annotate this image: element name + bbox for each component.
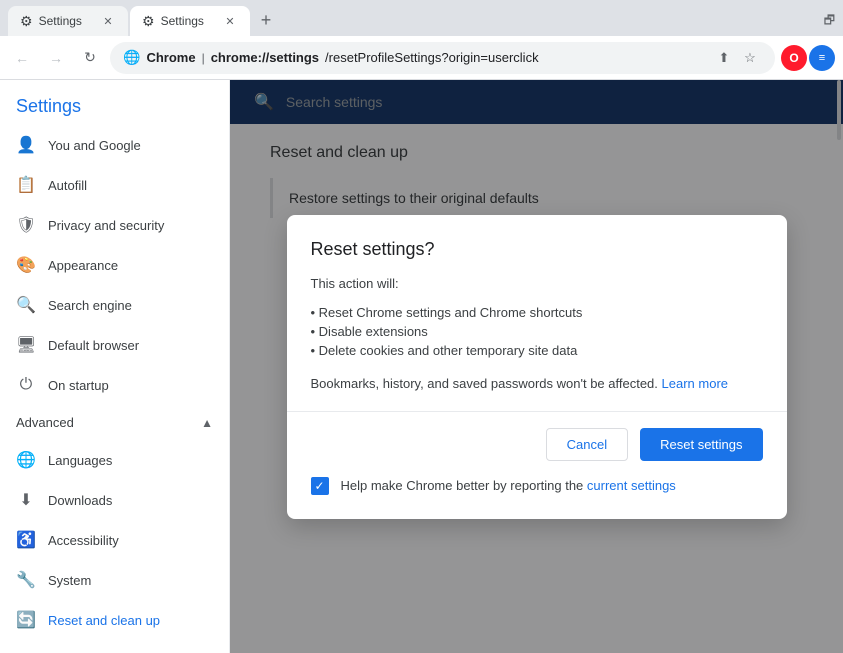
tab-bar: ⚙ Settings ✕ ⚙ Settings ✕ + 🗗 (0, 0, 843, 36)
dialog-list-item-3: • Delete cookies and other temporary sit… (311, 341, 763, 360)
sidebar-advanced-section[interactable]: Advanced ▲ (0, 405, 229, 440)
checkbox-text-before: Help make Chrome better by reporting the (341, 478, 584, 493)
refresh-icon: ↻ (84, 49, 96, 66)
minimize-icon[interactable]: 🗗 (824, 11, 835, 32)
sidebar-item-languages[interactable]: 🌐 Languages (0, 440, 229, 480)
tab-close-1[interactable]: ✕ (100, 13, 116, 29)
sidebar-title: Settings (0, 80, 229, 125)
tab-close-2[interactable]: ✕ (222, 13, 238, 29)
tab-favicon-2: ⚙ (142, 13, 155, 30)
on-startup-icon: ⏻ (16, 376, 36, 394)
search-engine-icon: 🔍 (16, 295, 36, 315)
sidebar-item-search-engine[interactable]: 🔍 Search engine (0, 285, 229, 325)
overlay: Reset settings? This action will: • Rese… (230, 80, 843, 653)
sidebar-item-privacy-security[interactable]: 🛡 Privacy and security (0, 205, 229, 245)
back-icon: ← (15, 50, 29, 66)
refresh-button[interactable]: ↻ (76, 44, 104, 72)
sidebar-item-default-browser[interactable]: 🖥 Default browser (0, 325, 229, 365)
system-icon: 🔧 (16, 570, 36, 590)
new-tab-button[interactable]: + (252, 6, 280, 34)
learn-more-link[interactable]: Learn more (662, 376, 728, 391)
sidebar-item-downloads[interactable]: ⬇ Downloads (0, 480, 229, 520)
sidebar-label-search-engine: Search engine (48, 298, 213, 313)
dialog-subtitle: This action will: (311, 276, 763, 291)
sidebar-item-autofill[interactable]: 📋 Autofill (0, 165, 229, 205)
tab-title-1: Settings (39, 14, 94, 28)
reset-cleanup-icon: 🔄 (16, 610, 36, 630)
sidebar-label-on-startup: On startup (48, 378, 213, 393)
sidebar-label-accessibility: Accessibility (48, 533, 213, 548)
dialog-note-text: Bookmarks, history, and saved passwords … (311, 376, 658, 391)
sidebar-label-default-browser: Default browser (48, 338, 213, 353)
advanced-expand-icon: ▲ (201, 416, 213, 430)
you-google-icon: 👤 (16, 135, 36, 155)
tab-title-2: Settings (161, 14, 216, 28)
forward-button[interactable]: → (42, 44, 70, 72)
accessibility-icon: ♿ (16, 530, 36, 550)
sidebar-item-system[interactable]: 🔧 System (0, 560, 229, 600)
dialog-list-item-1: • Reset Chrome settings and Chrome short… (311, 303, 763, 322)
sidebar-advanced-label: Advanced (16, 415, 189, 430)
address-input[interactable]: 🌐 Chrome | chrome://settings /resetProfi… (110, 42, 775, 74)
tab-active[interactable]: ⚙ Settings ✕ (130, 6, 250, 36)
sidebar-label-privacy: Privacy and security (48, 218, 213, 233)
sidebar-label-downloads: Downloads (48, 493, 213, 508)
address-favicon: 🌐 (123, 49, 140, 66)
tab-favicon-1: ⚙ (20, 13, 33, 30)
tab-bar-right: 🗗 (824, 11, 835, 36)
share-icon[interactable]: ⬆ (712, 46, 736, 70)
forward-icon: → (49, 50, 63, 66)
sidebar-item-accessibility[interactable]: ♿ Accessibility (0, 520, 229, 560)
dialog-checkbox-row: ✓ Help make Chrome better by reporting t… (311, 477, 763, 495)
cancel-button[interactable]: Cancel (546, 428, 628, 461)
sidebar-label-languages: Languages (48, 453, 213, 468)
downloads-icon: ⬇ (16, 490, 36, 510)
page-area: 🔍 Search settings Reset and clean up Res… (230, 80, 843, 653)
sidebar-label-system: System (48, 573, 213, 588)
dialog-actions: Cancel Reset settings (311, 428, 763, 461)
languages-icon: 🌐 (16, 450, 36, 470)
checkbox-text: Help make Chrome better by reporting the… (341, 478, 676, 493)
privacy-icon: 🛡 (16, 215, 36, 235)
address-site: Chrome (146, 50, 195, 65)
address-separator: | (202, 51, 205, 65)
dialog-title: Reset settings? (311, 239, 763, 260)
sidebar-label-reset-cleanup: Reset and clean up (48, 613, 213, 628)
dialog-list: • Reset Chrome settings and Chrome short… (311, 303, 763, 360)
default-browser-icon: 🖥 (16, 335, 36, 355)
reset-settings-button[interactable]: Reset settings (640, 428, 762, 461)
sidebar-label-appearance: Appearance (48, 258, 213, 273)
tab-inactive[interactable]: ⚙ Settings ✕ (8, 6, 128, 36)
address-bar: ← → ↻ 🌐 Chrome | chrome://settings /rese… (0, 36, 843, 80)
sidebar-item-appearance[interactable]: 🎨 Appearance (0, 245, 229, 285)
main-content: Settings 👤 You and Google 📋 Autofill 🛡 P… (0, 80, 843, 653)
back-button[interactable]: ← (8, 44, 36, 72)
appearance-icon: 🎨 (16, 255, 36, 275)
current-settings-link[interactable]: current settings (587, 478, 676, 493)
address-icons: ⬆ ☆ (712, 46, 762, 70)
bookmark-icon[interactable]: ☆ (738, 46, 762, 70)
sidebar-label-autofill: Autofill (48, 178, 213, 193)
sidebar: Settings 👤 You and Google 📋 Autofill 🛡 P… (0, 80, 230, 653)
dialog-divider (287, 411, 787, 412)
browser-frame: ⚙ Settings ✕ ⚙ Settings ✕ + 🗗 ← → ↻ 🌐 Ch… (0, 0, 843, 653)
reset-settings-dialog: Reset settings? This action will: • Rese… (287, 215, 787, 519)
sidebar-label-you-google: You and Google (48, 138, 213, 153)
sidebar-item-you-google[interactable]: 👤 You and Google (0, 125, 229, 165)
opera-button[interactable]: O (781, 45, 807, 71)
dialog-note: Bookmarks, history, and saved passwords … (311, 376, 763, 391)
profile-button[interactable]: ≡ (809, 45, 835, 71)
sidebar-item-reset-cleanup[interactable]: 🔄 Reset and clean up (0, 600, 229, 640)
help-chrome-checkbox[interactable]: ✓ (311, 477, 329, 495)
sidebar-item-on-startup[interactable]: ⏻ On startup (0, 365, 229, 405)
autofill-icon: 📋 (16, 175, 36, 195)
address-path: /resetProfileSettings?origin=userclick (325, 50, 539, 65)
address-bold-path: chrome://settings (211, 50, 319, 65)
toolbar-icons: O ≡ (781, 45, 835, 71)
dialog-list-item-2: • Disable extensions (311, 322, 763, 341)
